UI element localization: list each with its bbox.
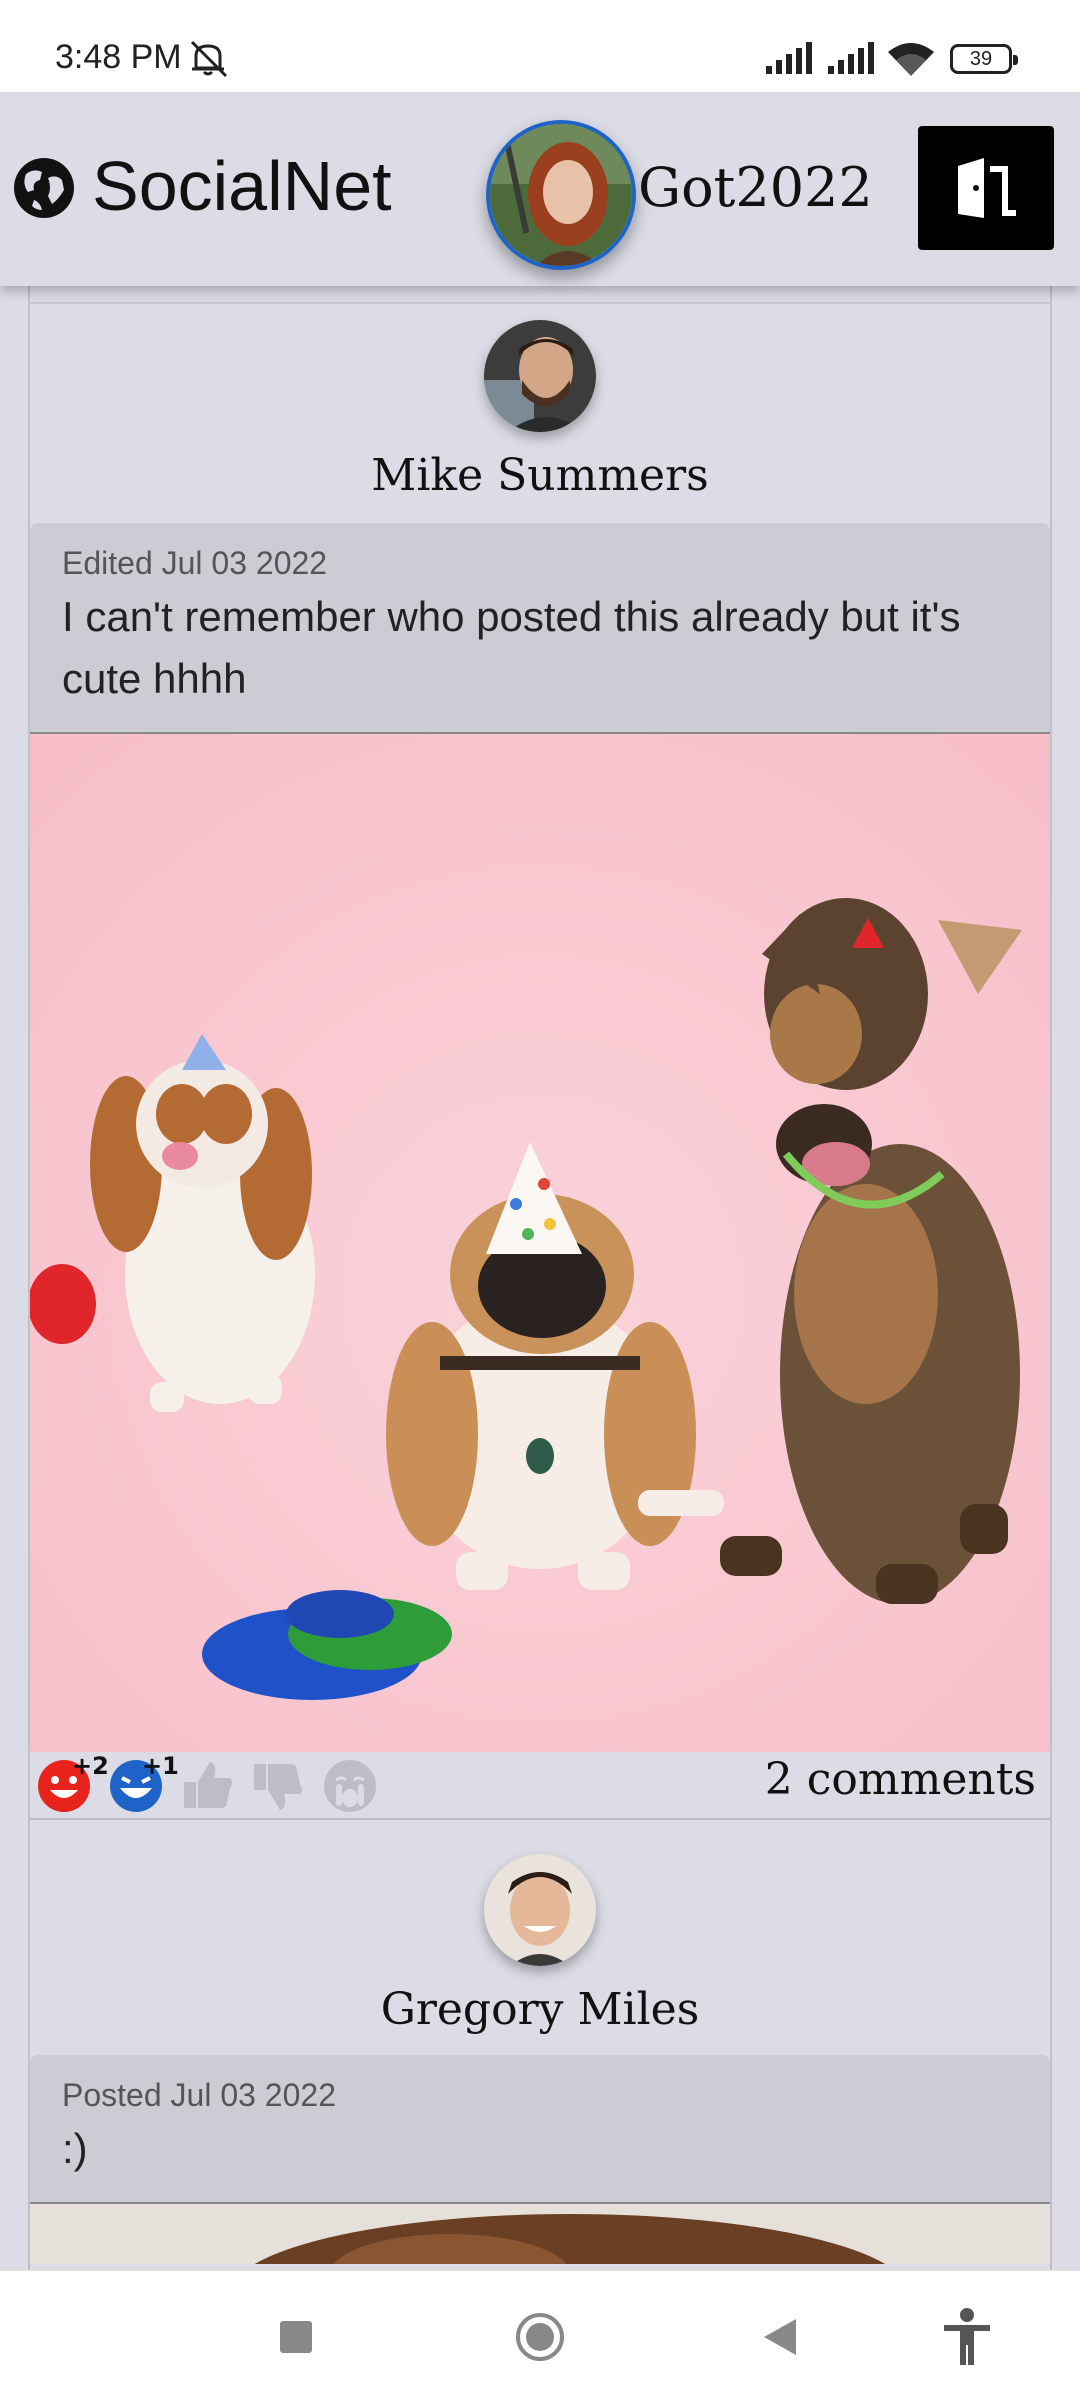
post-image[interactable] — [30, 734, 1050, 1752]
previous-post-reactions — [30, 286, 1050, 304]
post-date: Posted Jul 03 2022 — [62, 2077, 336, 2113]
user-avatar[interactable] — [486, 120, 636, 270]
author-name[interactable]: Mike Summers — [30, 450, 1050, 501]
signal-icon — [766, 42, 812, 74]
status-time: 3:48 PM — [55, 38, 182, 76]
home-icon[interactable] — [514, 2311, 566, 2363]
love-reaction-count: +2 — [72, 1752, 109, 1780]
post-image[interactable] — [30, 2204, 1050, 2264]
accessibility-icon[interactable] — [940, 2307, 994, 2367]
app-header: SocialNet Got2022 — [0, 92, 1080, 286]
recent-apps-icon[interactable] — [276, 2317, 316, 2357]
post-text: :) — [62, 2125, 88, 2172]
post-content: Posted Jul 03 2022 :) — [30, 2055, 1050, 2204]
dislike-reaction-icon[interactable] — [250, 1758, 306, 1814]
post-card: Mike Summers Edited Jul 03 2022 I can't … — [30, 320, 1050, 1820]
logout-button[interactable] — [918, 126, 1054, 250]
reactions-bar: +2 +1 2 comments — [30, 1752, 1050, 1820]
globe-icon[interactable] — [12, 156, 76, 220]
battery-level: 39 — [969, 48, 993, 70]
feed[interactable]: Mike Summers Edited Jul 03 2022 I can't … — [28, 286, 1052, 2270]
system-nav-bar — [0, 2270, 1080, 2400]
cry-reaction-icon[interactable] — [322, 1758, 378, 1814]
post-text: I can't remember who posted this already… — [62, 593, 961, 702]
logout-door-icon — [958, 158, 1016, 218]
comments-link[interactable]: 2 comments — [765, 1754, 1036, 1805]
author-name[interactable]: Gregory Miles — [30, 1984, 1050, 2035]
wifi-icon — [888, 43, 934, 76]
app-brand[interactable]: SocialNet — [92, 146, 392, 226]
post-content: Edited Jul 03 2022 I can't remember who … — [30, 523, 1050, 734]
post-card: Gregory Miles Posted Jul 03 2022 :) — [30, 1854, 1050, 2264]
post-author[interactable]: Gregory Miles — [30, 1854, 1050, 2035]
status-bar: 3:48 PM 39 — [0, 0, 1080, 92]
like-reaction-icon[interactable] — [180, 1758, 236, 1814]
battery-icon: 39 — [950, 44, 1018, 74]
username[interactable]: Got2022 — [638, 156, 873, 219]
post-author[interactable]: Mike Summers — [30, 320, 1050, 501]
post-date: Edited Jul 03 2022 — [62, 545, 328, 581]
signal-icon — [828, 42, 874, 74]
author-avatar[interactable] — [484, 320, 596, 432]
author-avatar[interactable] — [484, 1854, 596, 1966]
back-icon[interactable] — [760, 2315, 800, 2359]
mute-icon — [190, 40, 228, 78]
laugh-reaction-count: +1 — [142, 1752, 179, 1780]
